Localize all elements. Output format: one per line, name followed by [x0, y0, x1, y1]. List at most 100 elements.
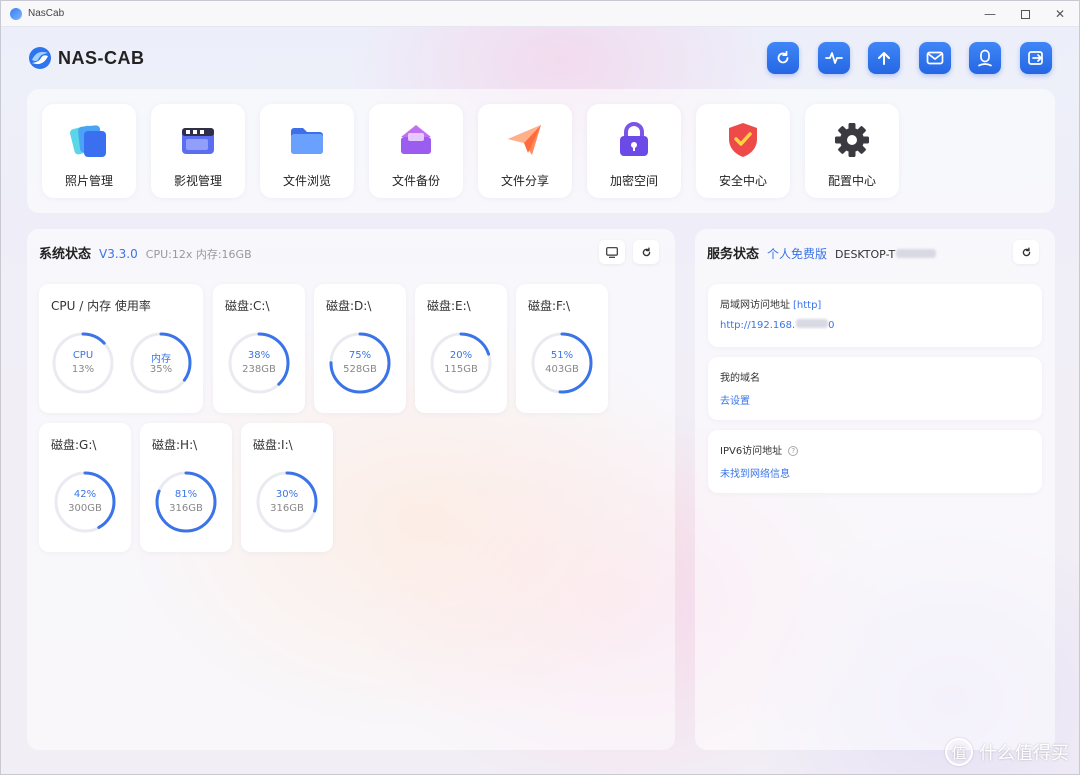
domain-title: 我的域名 — [720, 373, 760, 384]
cpu-label: CPU — [72, 350, 94, 361]
disk-card-g[interactable]: 磁盘:G:\ 42% 300GB — [39, 423, 131, 552]
lan-address-link[interactable]: http://192.168. 0 — [720, 319, 835, 331]
app-label: 安全中心 — [718, 174, 767, 188]
app-tile-security[interactable]: 安全中心 — [696, 104, 790, 198]
disk-gauge: 75% 528GB — [328, 331, 392, 395]
user-button[interactable] — [969, 42, 1001, 74]
app-tile-share[interactable]: 文件分享 — [478, 104, 572, 198]
disk-card-h[interactable]: 磁盘:H:\ 81% 316GB — [140, 423, 232, 552]
memory-value: 35% — [149, 364, 173, 375]
nascab-logo-icon — [27, 45, 53, 71]
disk-percent: 30% — [275, 489, 299, 500]
maximize-button[interactable] — [1006, 1, 1044, 27]
refresh-button[interactable] — [767, 42, 799, 74]
disk-percent: 51% — [550, 350, 574, 361]
refresh-icon — [777, 50, 789, 64]
hostname: DESKTOP-T — [835, 248, 937, 261]
app-tile-video[interactable]: 影视管理 — [151, 104, 245, 198]
disk-card-d[interactable]: 磁盘:D:\ 75% 528GB — [314, 284, 406, 413]
upload-button[interactable] — [868, 42, 900, 74]
ipv6-value: 未找到网络信息 — [720, 469, 790, 480]
protocol-tag: [http] — [793, 300, 822, 311]
maximize-icon — [1020, 9, 1030, 19]
disk-size: 300GB — [68, 503, 102, 514]
lan-address-card: 局域网访问地址 [http] http://192.168. 0 — [708, 284, 1042, 347]
app-label: 文件浏览 — [282, 174, 331, 188]
app-label: 影视管理 — [173, 174, 222, 188]
lock-icon — [613, 119, 655, 161]
backup-icon — [395, 119, 437, 161]
usage-card-title: CPU / 内存 使用率 — [51, 299, 151, 313]
minimize-button[interactable]: — — [971, 1, 1009, 27]
monitor-button[interactable] — [599, 240, 625, 264]
disk-gauge: 30% 316GB — [255, 470, 319, 534]
redacted-mask — [796, 319, 829, 328]
close-button[interactable]: ✕ — [1041, 1, 1079, 27]
video-icon — [177, 119, 219, 161]
lan-address-suffix: 0 — [828, 320, 835, 331]
disk-size: 528GB — [343, 364, 377, 375]
memory-gauge: 内存 35% — [129, 331, 193, 395]
app-label: 配置中心 — [827, 174, 876, 188]
disk-card-i[interactable]: 磁盘:I:\ 30% 316GB — [241, 423, 333, 552]
app-label: 照片管理 — [64, 174, 113, 188]
disk-percent: 42% — [73, 489, 97, 500]
system-refresh-button[interactable] — [633, 240, 659, 264]
app-tile-backup[interactable]: 文件备份 — [369, 104, 463, 198]
help-icon[interactable]: ? — [788, 446, 799, 456]
shield-icon — [722, 119, 764, 161]
domain-card: 我的域名 去设置 — [708, 357, 1042, 420]
gear-icon — [831, 119, 873, 161]
watermark-text: 什么值得买 — [979, 743, 1069, 764]
logout-button[interactable] — [1019, 42, 1052, 74]
ipv6-label: IPV6访问地址 — [720, 446, 783, 457]
disk-title: 磁盘:E:\ — [427, 299, 471, 313]
refresh-icon — [1022, 247, 1030, 256]
title-bar: NasCab — ✕ — [1, 1, 1079, 27]
disk-percent: 38% — [247, 350, 271, 361]
app-tile-config[interactable]: 配置中心 — [805, 104, 899, 198]
disk-title: 磁盘:D:\ — [326, 299, 372, 313]
header-toolbar — [767, 42, 1070, 74]
usage-card: CPU / 内存 使用率 CPU 13% 内存 35% — [39, 284, 203, 413]
disk-card-c[interactable]: 磁盘:C:\ 38% 238GB — [213, 284, 305, 413]
disk-percent: 81% — [174, 489, 198, 500]
folder-icon — [286, 119, 328, 161]
app-tile-photos[interactable]: 照片管理 — [42, 104, 136, 198]
disk-size: 316GB — [270, 503, 304, 514]
brand-name: NAS-CAB — [58, 47, 145, 68]
refresh-icon — [642, 247, 650, 256]
version-label: V3.3.0 — [99, 247, 138, 261]
app-label: 文件分享 — [500, 174, 549, 188]
disk-gauge: 20% 115GB — [429, 331, 493, 395]
ipv6-title: IPV6访问地址? — [720, 442, 799, 457]
disk-size: 316GB — [169, 503, 203, 514]
disk-gauge: 38% 238GB — [227, 331, 291, 395]
service-refresh-button[interactable] — [1013, 240, 1039, 264]
service-status-header: 服务状态 个人免费版 DESKTOP-T — [707, 243, 937, 262]
disk-title: 磁盘:I:\ — [253, 438, 293, 452]
user-icon — [978, 49, 992, 67]
app-tile-vault[interactable]: 加密空间 — [587, 104, 681, 198]
system-status-header: 系统状态 V3.3.0 CPU:12x 内存:16GB — [39, 243, 252, 262]
disk-card-f[interactable]: 磁盘:F:\ 51% 403GB — [516, 284, 608, 413]
disk-title: 磁盘:F:\ — [528, 299, 571, 313]
lan-address-prefix: http://192.168. — [720, 320, 796, 331]
monitor-icon — [606, 246, 618, 258]
apps-panel: 照片管理 影视管理 文件浏览 文件备份 文件分享 加密空间 安全中心 配置中心 — [27, 89, 1055, 213]
app-tile-files[interactable]: 文件浏览 — [260, 104, 354, 198]
disk-card-e[interactable]: 磁盘:E:\ 20% 115GB — [415, 284, 507, 413]
lan-address-title: 局域网访问地址 [http] — [720, 296, 821, 311]
disk-gauge: 42% 300GB — [53, 470, 117, 534]
share-icon — [504, 119, 546, 161]
disk-percent: 75% — [348, 350, 372, 361]
cpu-value: 13% — [71, 364, 95, 375]
mail-button[interactable] — [918, 42, 951, 74]
domain-setup-link[interactable]: 去设置 — [720, 392, 750, 407]
brand: NAS-CAB — [27, 45, 145, 71]
disk-gauge: 51% 403GB — [530, 331, 594, 395]
activity-button[interactable] — [817, 42, 850, 74]
service-status-title: 服务状态 — [707, 247, 760, 262]
redacted-mask — [896, 249, 937, 258]
disk-size: 403GB — [545, 364, 579, 375]
